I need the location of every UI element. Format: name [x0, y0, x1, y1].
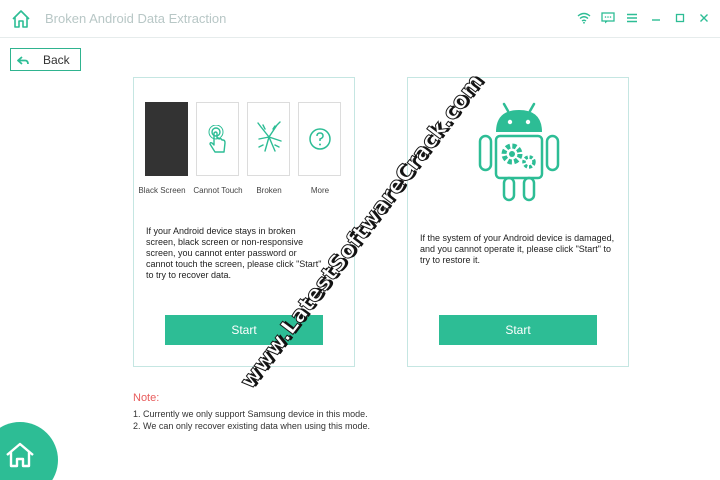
note-title: Note: — [133, 392, 160, 404]
broken-screen-description: If your Android device stays in broken s… — [146, 226, 322, 280]
maximize-icon[interactable] — [672, 10, 688, 26]
note-item: 2. We can only recover existing data whe… — [133, 421, 370, 431]
menu-icon[interactable] — [624, 10, 640, 26]
broken-screen-card: Black Screen Cannot Touch Broken More If… — [133, 77, 355, 367]
close-icon[interactable] — [696, 10, 712, 26]
system-repair-description: If the system of your Android device is … — [420, 233, 615, 265]
window-title: Broken Android Data Extraction — [45, 11, 227, 26]
android-gear-icon — [478, 102, 560, 202]
touch-hand-icon — [208, 125, 226, 153]
home-button[interactable] — [0, 422, 58, 480]
start-button-repair[interactable]: Start — [439, 315, 597, 345]
option-label-black-screen: Black Screen — [138, 186, 186, 195]
back-button[interactable]: Back — [10, 48, 81, 71]
back-arrow-icon — [17, 54, 29, 66]
cracked-screen-icon — [257, 121, 282, 152]
option-broken[interactable] — [247, 102, 290, 176]
home-icon[interactable] — [10, 8, 32, 30]
option-label-more: More — [310, 186, 330, 195]
note-item: 1. Currently we only support Samsung dev… — [133, 409, 368, 419]
option-more[interactable] — [298, 102, 341, 176]
question-icon — [309, 128, 331, 150]
minimize-icon[interactable] — [648, 10, 664, 26]
wifi-icon[interactable] — [576, 10, 592, 26]
feedback-icon[interactable] — [600, 10, 616, 26]
home-icon — [6, 442, 34, 468]
title-bar: Broken Android Data Extraction — [0, 0, 720, 38]
window-controls — [576, 10, 712, 26]
option-cannot-touch[interactable] — [196, 102, 239, 176]
option-label-broken: Broken — [256, 186, 282, 195]
back-button-label: Back — [43, 52, 70, 67]
option-black-screen[interactable] — [145, 102, 188, 176]
option-label-cannot-touch: Cannot Touch — [193, 186, 243, 195]
